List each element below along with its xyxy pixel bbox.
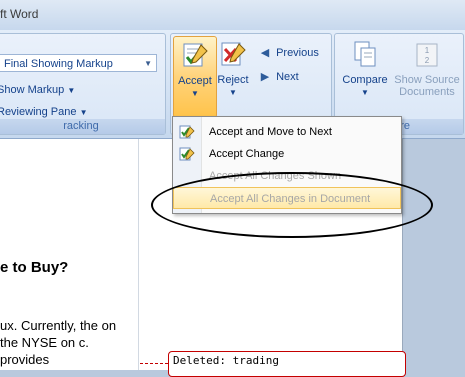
show-markup-button[interactable]: Show Markup ▼	[0, 84, 75, 96]
chevron-down-icon: ▼	[79, 108, 88, 117]
accept-check-pencil-icon	[179, 147, 195, 161]
chevron-down-icon: ▼	[67, 86, 76, 95]
highlight-ellipse	[151, 172, 433, 238]
show-source-documents-icon: 1 2	[416, 43, 438, 67]
tracking-group: Final Showing Markup ▼ Show Markup ▼ Rev…	[0, 33, 166, 135]
title-bar: ft Word	[0, 0, 465, 31]
next-label: Next	[276, 71, 299, 83]
next-arrow-icon: ▶	[260, 71, 270, 83]
markup-select[interactable]: Final Showing Markup ▼	[0, 54, 157, 72]
deleted-balloon[interactable]: Deleted: trading	[168, 351, 406, 377]
reject-button[interactable]: Reject ▼	[217, 36, 249, 116]
accept-label: Accept	[178, 75, 212, 87]
document-heading: e to Buy?	[0, 259, 69, 276]
menu-item-accept-and-move[interactable]: Accept and Move to Next	[173, 121, 401, 143]
accept-check-pencil-icon	[183, 43, 208, 67]
previous-button[interactable]: ◀ Previous	[257, 44, 319, 62]
compare-label: Compare	[342, 74, 388, 86]
previous-label: Previous	[276, 47, 319, 59]
chevron-down-icon: ▼	[361, 88, 369, 97]
show-source-label-1: Show Source	[394, 74, 460, 86]
compare-documents-icon	[354, 41, 376, 67]
reject-x-pencil-icon	[221, 42, 246, 66]
comment-connector	[140, 363, 168, 364]
show-markup-label: Show Markup	[0, 84, 65, 96]
chevron-down-icon: ▼	[229, 88, 237, 97]
window-title: ft Word	[0, 7, 39, 21]
svg-text:2: 2	[425, 56, 430, 65]
chevron-down-icon: ▼	[191, 89, 199, 98]
next-button[interactable]: ▶ Next	[257, 68, 299, 86]
accept-button[interactable]: Accept ▼	[173, 36, 217, 118]
show-source-label-2: Documents	[399, 86, 455, 98]
accept-check-pencil-icon	[179, 125, 195, 139]
reviewing-pane-label: Reviewing Pane	[0, 106, 77, 118]
svg-text:1: 1	[425, 46, 430, 55]
markup-select-value: Final Showing Markup	[4, 58, 113, 70]
page-divider	[138, 139, 139, 370]
chevron-down-icon: ▼	[144, 59, 152, 68]
previous-arrow-icon: ◀	[260, 47, 270, 59]
menu-item-accept-change[interactable]: Accept Change	[173, 143, 401, 165]
reject-label: Reject	[217, 74, 249, 86]
tracking-group-label: racking	[0, 119, 165, 134]
reviewing-pane-button[interactable]: Reviewing Pane ▼	[0, 106, 87, 118]
menu-item-label: Accept and Move to Next	[209, 126, 332, 138]
document-body: ux. Currently, the on the NYSE on c. pro…	[0, 318, 117, 367]
menu-item-label: Accept Change	[209, 148, 285, 160]
